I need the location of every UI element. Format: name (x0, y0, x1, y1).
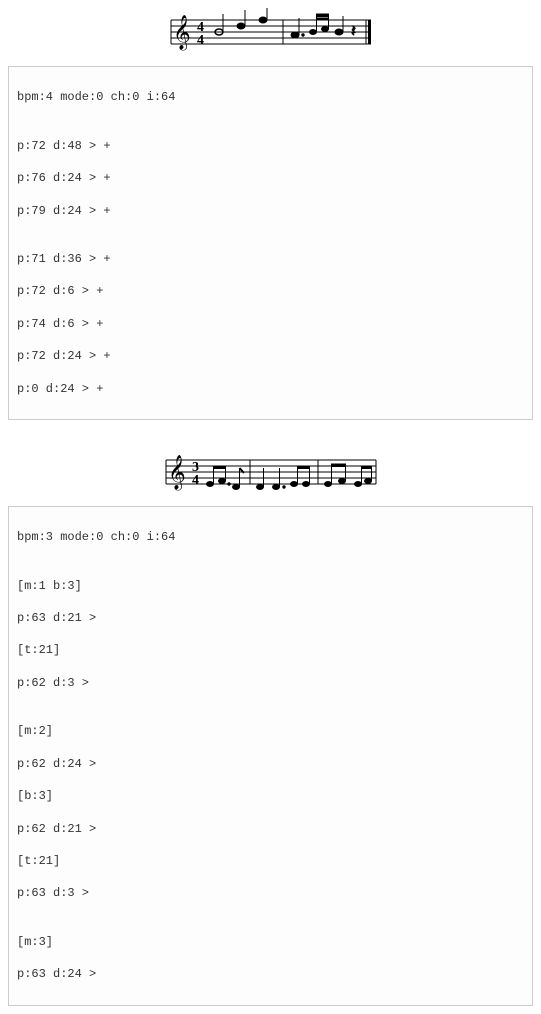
code-line: [t:21] (17, 853, 524, 869)
code-line: p:63 d:21 > (17, 610, 524, 626)
svg-text:𝄞: 𝄞 (173, 15, 191, 51)
code-header: bpm:4 mode:0 ch:0 i:64 (17, 89, 524, 105)
code-line: p:74 d:6 > + (17, 316, 524, 332)
music-score-2: 𝄞 3 4 (156, 448, 386, 496)
svg-text:4: 4 (192, 473, 199, 488)
code-line: [m:2] (17, 723, 524, 739)
code-line: p:72 d:48 > + (17, 138, 524, 154)
code-line: p:72 d:24 > + (17, 348, 524, 364)
svg-text:𝄞: 𝄞 (168, 455, 186, 491)
svg-text:4: 4 (197, 33, 204, 48)
score-2-wrap: 𝄞 3 4 (8, 448, 533, 500)
code-line: p:0 d:24 > + (17, 381, 524, 397)
code-line: p:76 d:24 > + (17, 170, 524, 186)
code-block-2: bpm:3 mode:0 ch:0 i:64 [m:1 b:3] p:63 d:… (8, 506, 533, 1006)
code-line: [m:1 b:3] (17, 578, 524, 594)
code-header: bpm:3 mode:0 ch:0 i:64 (17, 529, 524, 545)
code-block-1: bpm:4 mode:0 ch:0 i:64 p:72 d:48 > + p:7… (8, 66, 533, 420)
code-line: [b:3] (17, 788, 524, 804)
code-line: p:63 d:24 > (17, 966, 524, 982)
code-line: [m:3] (17, 934, 524, 950)
code-line: p:62 d:24 > (17, 756, 524, 772)
code-line: p:62 d:3 > (17, 675, 524, 691)
code-line: p:79 d:24 > + (17, 203, 524, 219)
svg-text:𝄽: 𝄽 (351, 23, 356, 40)
code-line: p:63 d:3 > (17, 885, 524, 901)
code-line: [t:21] (17, 642, 524, 658)
code-line: p:72 d:6 > + (17, 283, 524, 299)
music-score-1: 𝄞 4 4 (161, 8, 381, 56)
code-line: p:71 d:36 > + (17, 251, 524, 267)
score-1-wrap: 𝄞 4 4 (8, 8, 533, 60)
code-line: p:62 d:21 > (17, 821, 524, 837)
